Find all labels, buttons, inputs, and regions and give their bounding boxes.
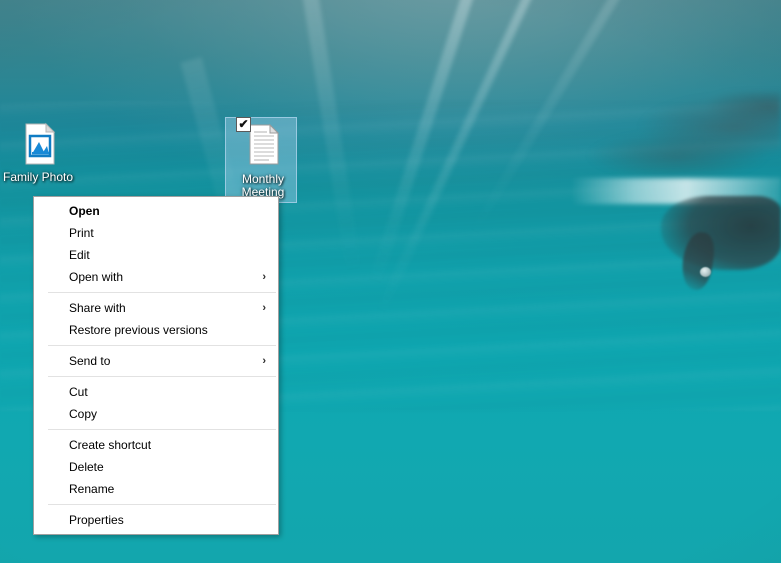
menu-separator	[48, 504, 276, 505]
desktop-icon-family-photo[interactable]: Family Photo	[0, 120, 76, 184]
menu-item-label: Send to	[69, 354, 111, 368]
menu-item-label: Print	[69, 226, 94, 240]
desktop-icon-monthly-meeting[interactable]: ✔ Monthly Meeting	[225, 117, 301, 203]
image-file-icon	[14, 120, 62, 168]
menu-item-label: Open with	[69, 270, 124, 284]
menu-item-create-shortcut[interactable]: Create shortcut	[34, 434, 278, 456]
menu-item-share-with[interactable]: Share with ›	[34, 297, 278, 319]
menu-item-label: Create shortcut	[69, 438, 152, 452]
menu-item-label: Open	[69, 204, 100, 218]
menu-item-print[interactable]: Print	[34, 222, 278, 244]
file-context-menu[interactable]: Open Print Edit Open with › Share with ›…	[33, 196, 279, 535]
menu-item-label: Cut	[69, 385, 88, 399]
menu-separator	[48, 292, 276, 293]
menu-item-edit[interactable]: Edit	[34, 244, 278, 266]
menu-separator	[48, 429, 276, 430]
menu-item-label: Copy	[69, 407, 98, 421]
menu-item-rename[interactable]: Rename	[34, 478, 278, 500]
chevron-right-icon: ›	[262, 271, 266, 283]
chevron-right-icon: ›	[262, 355, 266, 367]
menu-item-properties[interactable]: Properties	[34, 509, 278, 531]
menu-item-label: Rename	[69, 482, 115, 496]
menu-item-open[interactable]: Open	[34, 200, 278, 222]
menu-item-restore-previous-versions[interactable]: Restore previous versions	[34, 319, 278, 341]
icon-selection-checkbox[interactable]: ✔	[236, 117, 251, 132]
menu-separator	[48, 345, 276, 346]
menu-item-open-with[interactable]: Open with ›	[34, 266, 278, 288]
menu-item-label: Share with	[69, 301, 126, 315]
desktop-icon-label: Family Photo	[2, 170, 74, 184]
menu-item-label: Delete	[69, 460, 104, 474]
menu-item-send-to[interactable]: Send to ›	[34, 350, 278, 372]
chevron-right-icon: ›	[262, 302, 266, 314]
menu-item-label: Edit	[69, 248, 90, 262]
menu-separator	[48, 376, 276, 377]
menu-item-delete[interactable]: Delete	[34, 456, 278, 478]
menu-item-copy[interactable]: Copy	[34, 403, 278, 425]
menu-item-label: Restore previous versions	[69, 323, 208, 337]
menu-item-label: Properties	[69, 513, 124, 527]
menu-item-cut[interactable]: Cut	[34, 381, 278, 403]
